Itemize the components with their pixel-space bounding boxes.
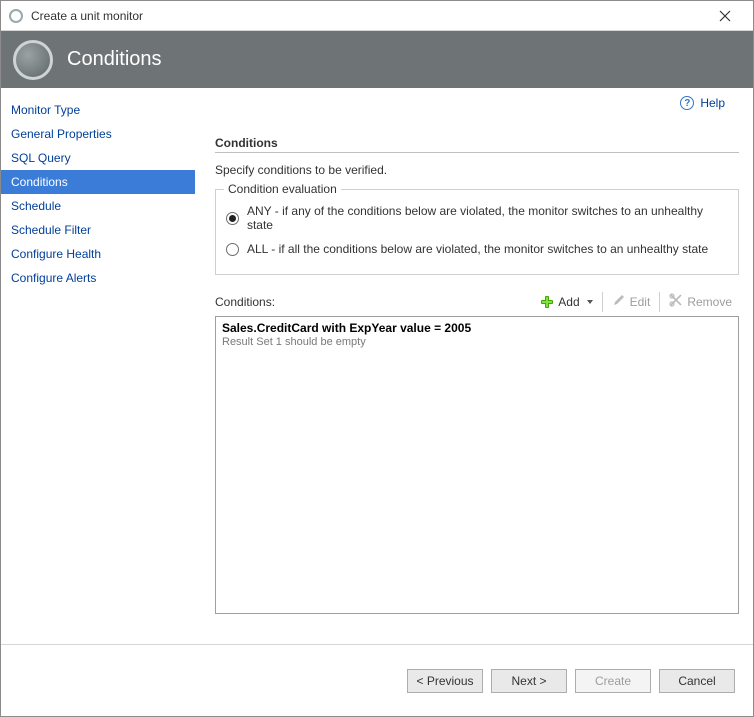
radio-all-indicator [226, 243, 239, 256]
wizard-body: Monitor TypeGeneral PropertiesSQL QueryC… [1, 88, 753, 644]
sidebar-item-monitor-type[interactable]: Monitor Type [1, 98, 195, 122]
close-icon [719, 10, 731, 22]
sidebar-item-schedule[interactable]: Schedule [1, 194, 195, 218]
wizard-header: Conditions [1, 31, 753, 88]
radio-any[interactable]: ANY - if any of the conditions below are… [226, 200, 730, 238]
condition-title: Sales.CreditCard with ExpYear value = 20… [222, 321, 732, 335]
radio-any-indicator [226, 212, 239, 225]
window-title: Create a unit monitor [31, 9, 705, 23]
radio-all[interactable]: ALL - if all the conditions below are vi… [226, 238, 730, 262]
wizard-header-icon [13, 40, 53, 80]
scissors-icon [669, 293, 683, 310]
sidebar-item-configure-alerts[interactable]: Configure Alerts [1, 266, 195, 290]
help-icon: ? [680, 96, 694, 110]
main-panel: ? Help Conditions Specify conditions to … [195, 88, 753, 644]
groupbox-legend: Condition evaluation [224, 182, 341, 196]
create-button[interactable]: Create [575, 669, 651, 693]
sidebar-item-general-properties[interactable]: General Properties [1, 122, 195, 146]
chevron-down-icon [587, 300, 593, 304]
sidebar-item-configure-health[interactable]: Configure Health [1, 242, 195, 266]
next-button[interactable]: Next > [491, 669, 567, 693]
radio-all-label: ALL - if all the conditions below are vi… [247, 242, 708, 256]
remove-button-label: Remove [687, 295, 732, 309]
previous-button[interactable]: < Previous [407, 669, 483, 693]
sidebar-item-schedule-filter[interactable]: Schedule Filter [1, 218, 195, 242]
wizard-header-title: Conditions [67, 48, 162, 71]
condition-subtitle: Result Set 1 should be empty [222, 336, 732, 348]
list-item[interactable]: Sales.CreditCard with ExpYear value = 20… [222, 321, 732, 348]
wizard-footer: < Previous Next > Create Cancel [1, 644, 753, 716]
edit-button[interactable]: Edit [605, 289, 658, 314]
titlebar: Create a unit monitor [1, 1, 753, 31]
add-button[interactable]: Add [533, 291, 599, 313]
pencil-icon [612, 293, 626, 310]
help-link[interactable]: ? Help [680, 96, 725, 110]
radio-any-label: ANY - if any of the conditions below are… [247, 204, 730, 232]
plus-icon [540, 295, 554, 309]
toolbar-sep-1 [602, 292, 603, 312]
conditions-list[interactable]: Sales.CreditCard with ExpYear value = 20… [215, 316, 739, 614]
app-icon [9, 9, 23, 23]
conditions-toolbar: Conditions: Add Edit Remove [215, 289, 739, 314]
sidebar-item-sql-query[interactable]: SQL Query [1, 146, 195, 170]
edit-button-label: Edit [630, 295, 651, 309]
title-rule [215, 152, 739, 153]
help-label: Help [700, 96, 725, 110]
conditions-label: Conditions: [215, 295, 533, 309]
toolbar-sep-2 [659, 292, 660, 312]
close-button[interactable] [705, 2, 745, 30]
cancel-button[interactable]: Cancel [659, 669, 735, 693]
sidebar-item-conditions[interactable]: Conditions [1, 170, 195, 194]
condition-evaluation-group: Condition evaluation ANY - if any of the… [215, 189, 739, 275]
section-subtitle: Specify conditions to be verified. [215, 163, 739, 177]
add-button-label: Add [558, 295, 579, 309]
remove-button[interactable]: Remove [662, 289, 739, 314]
section-title: Conditions [215, 136, 739, 150]
sidebar: Monitor TypeGeneral PropertiesSQL QueryC… [1, 88, 195, 644]
